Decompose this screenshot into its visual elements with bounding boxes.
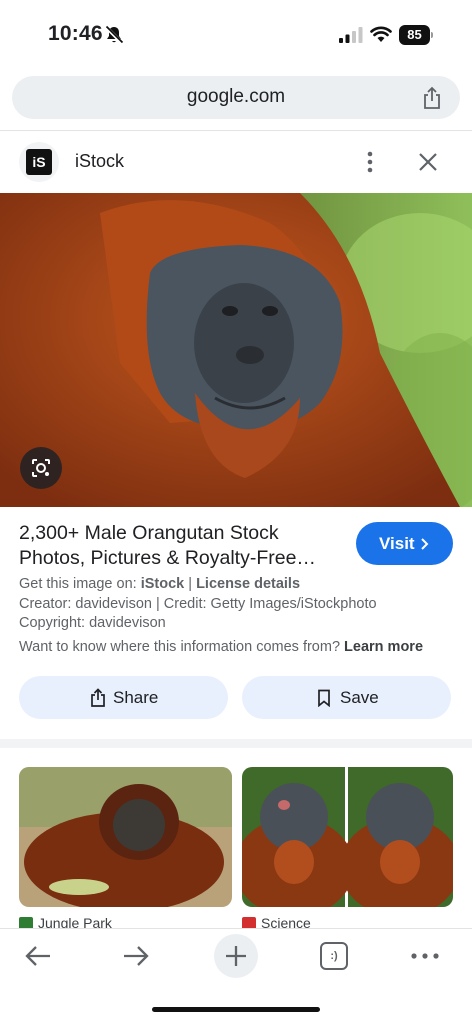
share-button[interactable]: Share bbox=[19, 676, 228, 719]
address-bar[interactable]: google.com bbox=[12, 76, 460, 119]
back-arrow-icon[interactable] bbox=[24, 945, 52, 967]
home-indicator[interactable] bbox=[152, 1007, 320, 1012]
new-tab-button[interactable] bbox=[214, 934, 258, 978]
battery-level: 85 bbox=[399, 25, 430, 45]
meta-separator: | bbox=[188, 576, 193, 592]
share-label: Share bbox=[113, 688, 159, 707]
status-bar: 10:46 85 bbox=[0, 0, 472, 66]
tab-switcher-icon[interactable]: :) bbox=[320, 942, 348, 970]
visit-button[interactable]: Visit bbox=[356, 522, 453, 565]
close-icon[interactable] bbox=[418, 152, 438, 172]
battery-indicator: 85 bbox=[399, 25, 433, 45]
more-dots-icon[interactable] bbox=[410, 951, 440, 961]
save-label: Save bbox=[340, 688, 379, 707]
muted-bell-icon bbox=[104, 25, 124, 45]
bookmark-icon bbox=[318, 689, 330, 707]
new-tab-plus-icon bbox=[226, 946, 246, 966]
related-image-2[interactable] bbox=[242, 767, 453, 907]
source-name[interactable]: iStock bbox=[75, 151, 124, 172]
orangutan-photo[interactable] bbox=[0, 193, 472, 507]
result-title[interactable]: 2,300+ Male Orangutan Stock Photos, Pict… bbox=[19, 521, 339, 571]
share-page-icon[interactable] bbox=[422, 86, 442, 110]
learn-more-link[interactable]: Learn more bbox=[344, 639, 423, 655]
copyright-line: Copyright: davidevison bbox=[19, 615, 166, 631]
forward-arrow-icon[interactable] bbox=[122, 945, 150, 967]
istock-logo: iS bbox=[19, 142, 59, 182]
more-vert-icon[interactable] bbox=[363, 150, 377, 174]
related-image-1[interactable] bbox=[19, 767, 232, 907]
image-source-header: iS iStock bbox=[0, 132, 472, 192]
get-image-prefix: Get this image on: bbox=[19, 576, 137, 592]
cell-signal-icon bbox=[339, 27, 363, 43]
address-bar-url[interactable]: google.com bbox=[12, 86, 460, 108]
section-separator bbox=[0, 739, 472, 748]
lens-search-button[interactable] bbox=[20, 447, 62, 489]
license-details-link[interactable]: License details bbox=[196, 576, 300, 592]
share-icon bbox=[91, 688, 105, 707]
image-source-line: Get this image on: iStock | License deta… bbox=[19, 576, 300, 592]
visit-label: Visit bbox=[379, 534, 415, 553]
info-source-line: Want to know where this information come… bbox=[19, 639, 423, 655]
get-image-source-link[interactable]: iStock bbox=[141, 576, 185, 592]
status-time: 10:46 bbox=[48, 22, 103, 45]
creator-credit-line: Creator: davidevison | Credit: Getty Ima… bbox=[19, 596, 377, 612]
info-question: Want to know where this information come… bbox=[19, 639, 341, 655]
istock-logo-mark: iS bbox=[26, 149, 52, 175]
header-divider bbox=[0, 130, 472, 131]
lens-icon bbox=[32, 459, 50, 477]
wifi-icon bbox=[370, 26, 392, 42]
save-button[interactable]: Save bbox=[242, 676, 451, 719]
battery-nub bbox=[431, 32, 433, 38]
chevron-right-icon bbox=[421, 538, 429, 550]
